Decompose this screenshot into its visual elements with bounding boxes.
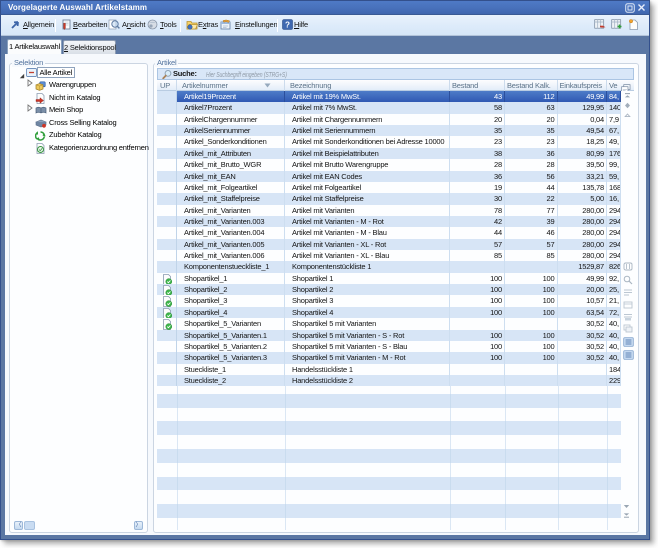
svg-text:?: ? xyxy=(285,20,290,29)
